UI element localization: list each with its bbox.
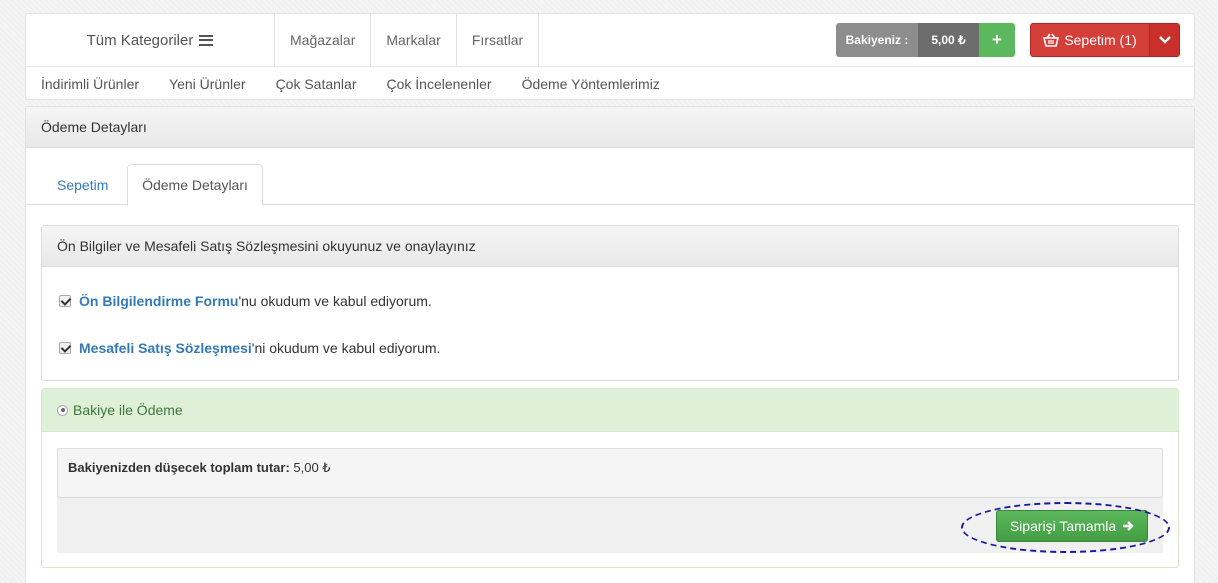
balance-payment-label: Bakiye ile Ödeme (73, 402, 183, 418)
agreement-row-preinfo: Ön Bilgilendirme Formu 'nu okudum ve kab… (59, 293, 432, 309)
agreements-title: Ön Bilgiler ve Mesafeli Satış Sözleşmesi… (42, 226, 1178, 267)
total-value: 5,00 ₺ (289, 460, 331, 475)
site-header: Tüm Kategoriler Mağazalar Markalar Fırsa… (25, 13, 1195, 100)
balance-group: Bakiyeniz : 5,00 ₺ + (836, 23, 1015, 57)
agreements-panel: Ön Bilgiler ve Mesafeli Satış Sözleşmesi… (41, 225, 1179, 381)
nav-magazalar[interactable]: Mağazalar (275, 14, 372, 66)
subnav-most-reviewed[interactable]: Çok İncelenenler (387, 76, 492, 92)
preinfo-form-link[interactable]: Ön Bilgilendirme Formu (79, 293, 238, 309)
balance-value: 5,00 ₺ (918, 23, 979, 57)
distance-sales-link[interactable]: Mesafeli Satış Sözleşmesi (79, 340, 252, 356)
add-balance-button[interactable]: + (979, 23, 1015, 57)
tab-cart[interactable]: Sepetim (42, 164, 123, 205)
agreement-row-distance-sales: Mesafeli Satış Sözleşmesi 'ni okudum ve … (59, 340, 440, 356)
nav-markalar[interactable]: Markalar (371, 14, 457, 66)
plus-icon: + (992, 30, 1002, 49)
cart-group: Sepetim (1) (1030, 23, 1180, 57)
cart-button[interactable]: Sepetim (1) (1031, 24, 1149, 56)
subnav-discounted[interactable]: İndirimli Ürünler (41, 76, 139, 92)
subnav-new[interactable]: Yeni Ürünler (169, 76, 246, 92)
balance-label: Bakiyeniz : (836, 23, 918, 57)
preinfo-text: 'nu okudum ve kabul ediyorum. (238, 293, 432, 309)
distance-sales-text: 'ni okudum ve kabul ediyorum. (251, 340, 441, 356)
tabs: Sepetim Ödeme Detayları (26, 148, 1194, 206)
total-label: Bakiyenizden düşecek toplam tutar: (68, 460, 290, 475)
subnav-payment-methods[interactable]: Ödeme Yöntemlerimiz (522, 76, 660, 92)
balance-payment-option[interactable]: Bakiye ile Ödeme (42, 389, 1178, 432)
menu-icon (199, 34, 214, 46)
all-categories-label: Tüm Kategoriler (86, 31, 194, 49)
cart-label: Sepetim (1) (1064, 32, 1137, 48)
balance-payment-radio[interactable] (57, 404, 68, 416)
nav-firsatlar[interactable]: Fırsatlar (457, 14, 540, 66)
all-categories-button[interactable]: Tüm Kategoriler (26, 14, 275, 66)
top-nav: Mağazalar Markalar Fırsatlar (275, 14, 540, 66)
basket-icon (1043, 33, 1060, 47)
highlight-annotation (961, 502, 1170, 553)
subnav-best-sellers[interactable]: Çok Satanlar (276, 76, 357, 92)
preinfo-checkbox[interactable] (59, 295, 71, 307)
chevron-down-icon (1158, 36, 1171, 44)
tab-payment-details[interactable]: Ödeme Detayları (127, 164, 263, 206)
cart-dropdown-toggle[interactable] (1149, 24, 1179, 56)
total-amount-box: Bakiyenizden düşecek toplam tutar: 5,00 … (57, 448, 1163, 498)
panel-title: Ödeme Detayları (26, 107, 1194, 148)
sub-nav: İndirimli Ürünler Yeni Ürünler Çok Satan… (41, 67, 660, 101)
distance-sales-checkbox[interactable] (59, 342, 71, 354)
